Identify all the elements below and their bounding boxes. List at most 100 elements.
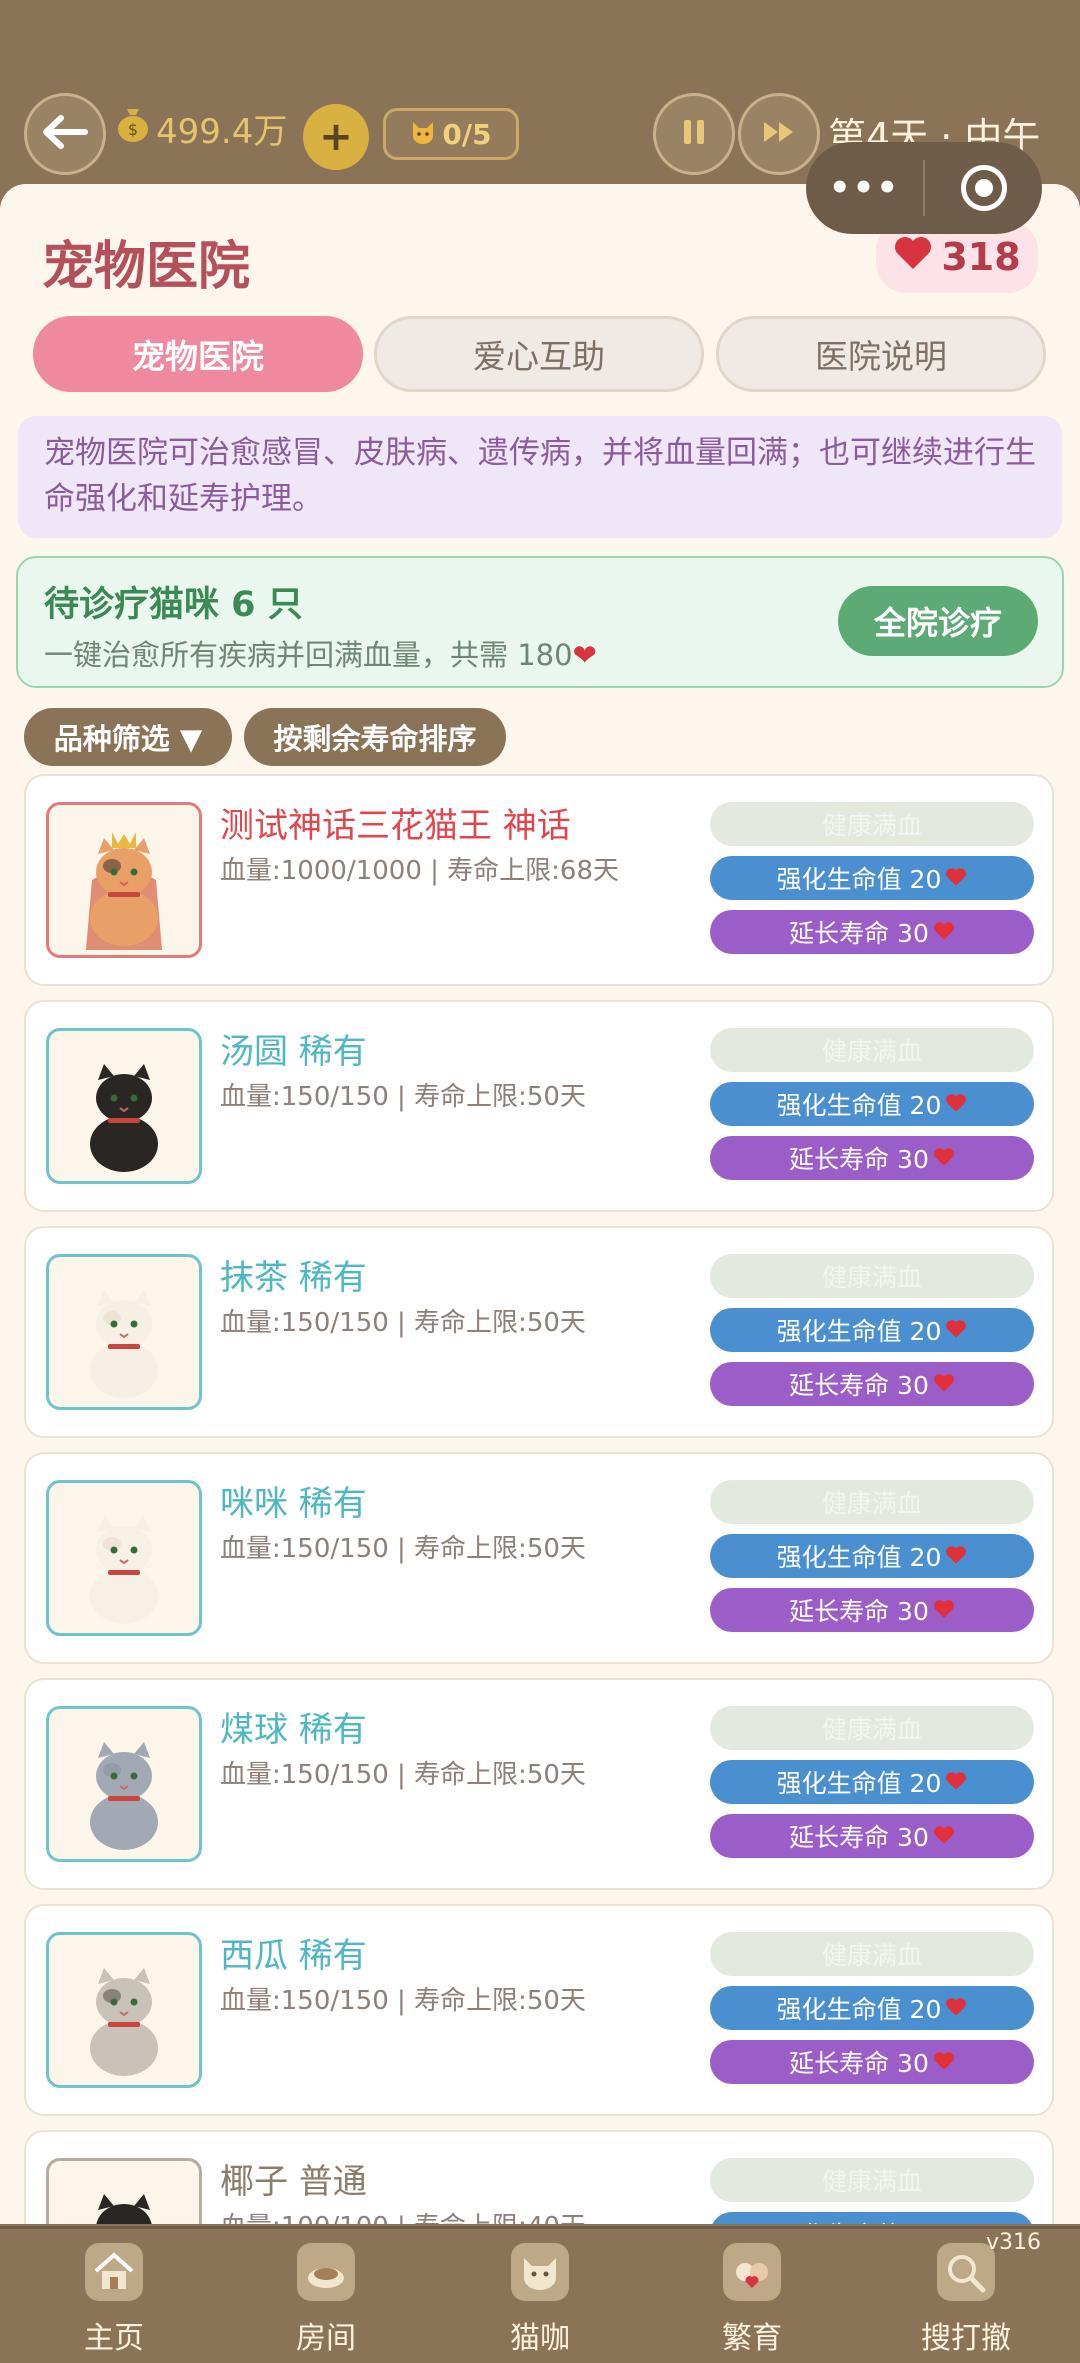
heart-icon	[945, 1768, 967, 1797]
breed-filter-button[interactable]: 品种筛选 ▼	[24, 708, 232, 766]
cat-portrait[interactable]	[46, 2158, 202, 2224]
cat-stats: 血量:150/150 | 寿命上限:50天	[220, 1082, 586, 1112]
cat-portrait[interactable]	[46, 802, 202, 958]
boost-hp-label: 强化生命值 20	[777, 2216, 942, 2224]
heart-icon	[945, 864, 967, 893]
extend-life-button[interactable]: 延长寿命 30	[710, 1136, 1034, 1180]
cat-face-icon	[410, 118, 436, 151]
target-close-icon	[960, 165, 1007, 211]
boost-hp-button[interactable]: 强化生命值 20	[710, 2212, 1034, 2224]
boost-hp-label: 强化生命值 20	[776, 865, 942, 894]
cat-illustration	[90, 1968, 158, 2076]
nav-label: 繁育	[722, 2321, 782, 2356]
tab-hospital-info[interactable]: 医院说明	[716, 316, 1046, 392]
fast-forward-button[interactable]	[738, 93, 820, 175]
close-program-button[interactable]	[925, 165, 1042, 211]
cat-stats: 血量:1000/1000 | 寿命上限:68天	[220, 856, 619, 886]
boost-hp-button[interactable]: 强化生命值 20	[710, 1534, 1034, 1578]
hospital-intro-text: 宠物医院可治愈感冒、皮肤病、遗传病，并将血量回满；也可继续进行生命强化和延寿护理…	[18, 416, 1062, 538]
boost-hp-label: 强化生命值 20	[776, 1543, 942, 1572]
boost-hp-button[interactable]: 强化生命值 20	[710, 856, 1034, 900]
more-dots-icon: •••	[828, 168, 901, 208]
coin-amount: 499.4万	[156, 112, 288, 152]
pause-button[interactable]	[653, 93, 735, 175]
boost-hp-label: 强化生命值 20	[776, 1769, 942, 1798]
cat-card: 抹茶 稀有 血量:150/150 | 寿命上限:50天 健康满血 强化生命值 20 延长…	[24, 1226, 1054, 1438]
boost-hp-button[interactable]: 强化生命值 20	[710, 1308, 1034, 1352]
heart-icon	[933, 1370, 955, 1399]
hospital-panel: 宠物医院 318 宠物医院 爱心互助 医院说明 宠物医院可治愈感冒、皮肤病、遗传…	[0, 184, 1080, 2224]
nav-breeding[interactable]: 繁育	[644, 2229, 860, 2363]
cat-portrait[interactable]	[46, 1028, 202, 1184]
cat-stats: 血量:150/150 | 寿命上限:50天	[220, 1308, 586, 1338]
tab-mutual-aid[interactable]: 爱心互助	[374, 316, 704, 392]
cat-name: 抹茶 稀有	[220, 1258, 367, 1298]
full-health-button: 健康满血	[710, 1028, 1034, 1072]
pending-treatment-card: 待诊疗猫咪 6 只 一键治愈所有疾病并回满血量，共需 180❤ 全院诊疗	[16, 556, 1064, 688]
hearts-value: 318	[941, 235, 1021, 279]
mini-program-capsule: •••	[806, 142, 1042, 234]
pending-title: 待诊疗猫咪 6 只	[44, 585, 303, 625]
cat-illustration	[86, 832, 162, 950]
cat-card: 椰子 普通血量:100/100 | 寿命上限:40天健康满血强化生命值 20延长…	[24, 2130, 1054, 2224]
pending-description-text: 一键治愈所有疾病并回满血量，共需 180	[44, 638, 573, 672]
extend-life-label: 延长寿命 30	[789, 1145, 929, 1174]
cat-portrait[interactable]	[46, 1932, 202, 2088]
cat-portrait[interactable]	[46, 1480, 202, 1636]
extend-life-button[interactable]: 延长寿命 30	[710, 1588, 1034, 1632]
bottom-nav: 主页 房间 猫咖 繁育 搜打撤	[0, 2226, 1080, 2363]
bed-icon	[297, 2243, 355, 2301]
add-coins-button[interactable]: +	[303, 104, 369, 170]
boost-hp-label: 强化生命值 20	[776, 1317, 942, 1346]
treat-all-button[interactable]: 全院诊疗	[838, 586, 1038, 656]
nav-label: 房间	[296, 2321, 356, 2356]
extend-life-button[interactable]: 延长寿命 30	[710, 1362, 1034, 1406]
heart-icon	[945, 1316, 967, 1345]
boost-hp-label: 强化生命值 20	[776, 1995, 942, 2024]
boost-hp-button[interactable]: 强化生命值 20	[710, 1760, 1034, 1804]
heart-icon	[933, 2048, 955, 2077]
tab-pet-hospital[interactable]: 宠物医院	[33, 316, 363, 392]
heart-icon	[945, 2220, 967, 2224]
boost-hp-label: 强化生命值 20	[776, 1091, 942, 1120]
extend-life-label: 延长寿命 30	[789, 919, 929, 948]
cat-card: 西瓜 稀有 血量:150/150 | 寿命上限:50天 健康满血 强化生命值 20 延长…	[24, 1904, 1054, 2116]
cat-name: 咪咪 稀有	[220, 1484, 367, 1524]
cat-count-badge: 0/5	[383, 108, 519, 160]
boost-hp-button[interactable]: 强化生命值 20	[710, 1082, 1034, 1126]
extend-life-button[interactable]: 延长寿命 30	[710, 2040, 1034, 2084]
pending-description: 一键治愈所有疾病并回满血量，共需 180❤	[44, 632, 597, 674]
heart-icon	[945, 1542, 967, 1571]
nav-room[interactable]: 房间	[218, 2229, 434, 2363]
cat-name: 汤圆 稀有	[220, 1032, 367, 1072]
fast-forward-icon	[762, 120, 796, 148]
extend-life-label: 延长寿命 30	[789, 1597, 929, 1626]
cat-stats: 血量:150/150 | 寿命上限:50天	[220, 1986, 586, 2016]
more-menu-button[interactable]: •••	[806, 168, 923, 208]
nav-search-raid[interactable]: 搜打撤	[858, 2229, 1074, 2363]
extend-life-label: 延长寿命 30	[789, 2049, 929, 2078]
extend-life-button[interactable]: 延长寿命 30	[710, 1814, 1034, 1858]
cat-portrait[interactable]	[46, 1706, 202, 1862]
nav-cat-cafe[interactable]: 猫咖	[432, 2229, 648, 2363]
extend-life-label: 延长寿命 30	[789, 1371, 929, 1400]
cat-stats: 血量:150/150 | 寿命上限:50天	[220, 1534, 586, 1564]
cat-cafe-icon	[511, 2243, 569, 2301]
boost-hp-button[interactable]: 强化生命值 20	[710, 1986, 1034, 2030]
nav-label: 猫咖	[510, 2321, 570, 2356]
sort-by-lifespan-button[interactable]: 按剩余寿命排序	[244, 708, 506, 766]
pause-icon	[681, 118, 707, 150]
page-title: 宠物医院	[42, 237, 251, 297]
cat-card: 咪咪 稀有 血量:150/150 | 寿命上限:50天 健康满血 强化生命值 20 延长…	[24, 1452, 1054, 1664]
cat-portrait[interactable]	[46, 1254, 202, 1410]
cat-illustration	[90, 1064, 158, 1172]
nav-home[interactable]: 主页	[6, 2229, 222, 2363]
extend-life-button[interactable]: 延长寿命 30	[710, 910, 1034, 954]
cat-card: 煤球 稀有 血量:150/150 | 寿命上限:50天 健康满血 强化生命值 20 延长…	[24, 1678, 1054, 1890]
cat-stats: 血量:100/100 | 寿命上限:40天	[220, 2206, 586, 2224]
cat-card: 测试神话三花猫王 神话 血量:1000/1000 | 寿命上限:68天 健康满血 强化…	[24, 774, 1054, 986]
coin-balance: $ 499.4万	[116, 104, 287, 153]
back-button[interactable]	[24, 93, 106, 175]
plus-icon: +	[319, 114, 353, 160]
full-health-button: 健康满血	[710, 1706, 1034, 1750]
